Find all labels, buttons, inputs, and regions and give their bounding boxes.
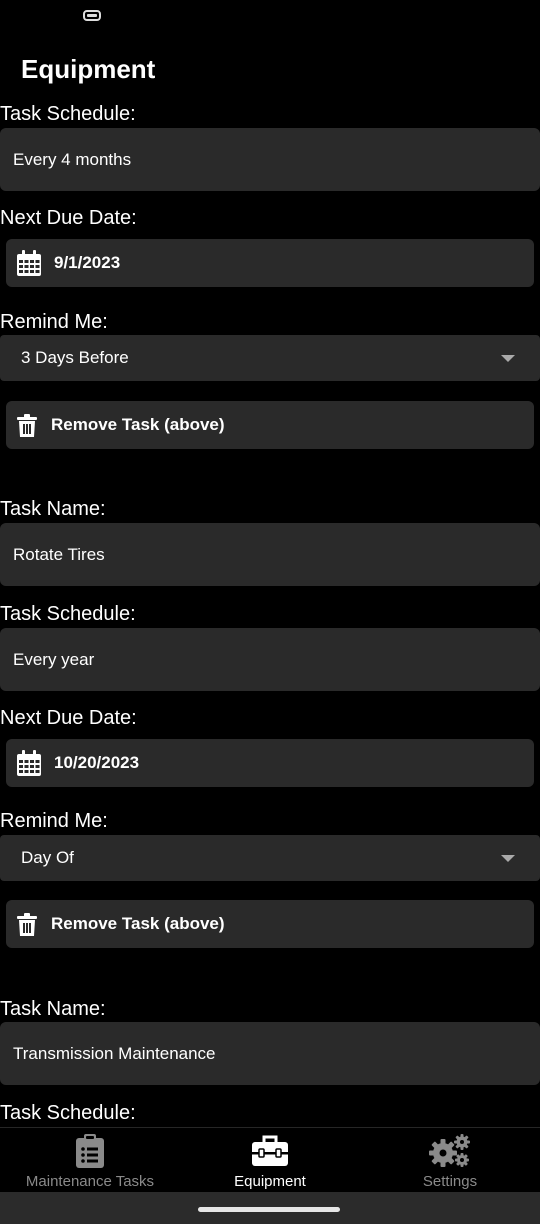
next-due-date-value: 9/1/2023 bbox=[54, 253, 121, 272]
chevron-down-icon bbox=[501, 355, 515, 362]
toolbox-icon bbox=[180, 1134, 360, 1168]
calendar-icon bbox=[16, 750, 42, 782]
remind-me-label: Remind Me: bbox=[0, 311, 108, 333]
task-name-value: Transmission Maintenance bbox=[13, 1044, 216, 1063]
remind-me-select[interactable]: Day Of bbox=[0, 835, 540, 881]
tab-equipment-label: Equipment bbox=[234, 1173, 306, 1190]
task-schedule-value: Every 4 months bbox=[13, 150, 132, 169]
tab-equipment[interactable]: Equipment bbox=[180, 1128, 360, 1193]
task-schedule-field[interactable]: Every 4 months bbox=[0, 128, 540, 191]
task-schedule-field[interactable]: Every year bbox=[0, 628, 540, 691]
chevron-down-icon bbox=[501, 855, 515, 862]
remind-me-select[interactable]: 3 Days Before bbox=[0, 335, 540, 381]
bottom-tab-bar: Maintenance Tasks Equipment Settings bbox=[0, 1127, 540, 1192]
tab-settings[interactable]: Settings bbox=[360, 1128, 540, 1193]
next-due-date-label: Next Due Date: bbox=[0, 707, 137, 729]
clipboard-list-icon bbox=[0, 1134, 180, 1168]
task-schedule-label: Task Schedule: bbox=[0, 1102, 136, 1124]
calendar-icon bbox=[16, 250, 42, 282]
trash-icon bbox=[17, 913, 37, 942]
system-navigation-bar bbox=[0, 1192, 540, 1224]
task-name-field[interactable]: Rotate Tires bbox=[0, 523, 540, 586]
next-due-date-value: 10/20/2023 bbox=[54, 753, 140, 772]
trash-icon bbox=[17, 414, 37, 443]
gears-icon bbox=[360, 1134, 540, 1168]
task-name-label: Task Name: bbox=[0, 498, 106, 520]
remind-me-value: 3 Days Before bbox=[21, 348, 129, 367]
home-indicator[interactable] bbox=[198, 1207, 340, 1212]
task-schedule-value: Every year bbox=[13, 650, 95, 669]
next-due-date-label: Next Due Date: bbox=[0, 207, 137, 229]
remind-me-label: Remind Me: bbox=[0, 810, 108, 832]
tab-maintenance-tasks[interactable]: Maintenance Tasks bbox=[0, 1128, 180, 1193]
task-schedule-label: Task Schedule: bbox=[0, 103, 136, 125]
remove-task-button[interactable]: Remove Task (above) bbox=[6, 401, 534, 449]
remove-task-label: Remove Task (above) bbox=[51, 415, 225, 434]
task-name-field[interactable]: Transmission Maintenance bbox=[0, 1022, 540, 1085]
task-name-label: Task Name: bbox=[0, 998, 106, 1020]
task-schedule-label: Task Schedule: bbox=[0, 603, 136, 625]
page-title: Equipment bbox=[21, 54, 156, 84]
next-due-date-picker[interactable]: 10/20/2023 bbox=[6, 739, 534, 787]
tab-maintenance-tasks-label: Maintenance Tasks bbox=[25, 1173, 155, 1190]
next-due-date-picker[interactable]: 9/1/2023 bbox=[6, 239, 534, 287]
remove-task-button[interactable]: Remove Task (above) bbox=[6, 900, 534, 948]
task-list[interactable]: Equipment Task Schedule: Every 4 months … bbox=[0, 0, 540, 1127]
remind-me-value: Day Of bbox=[21, 848, 74, 867]
task-name-value: Rotate Tires bbox=[13, 545, 105, 564]
tab-settings-label: Settings bbox=[422, 1173, 478, 1190]
remove-task-label: Remove Task (above) bbox=[51, 914, 225, 933]
